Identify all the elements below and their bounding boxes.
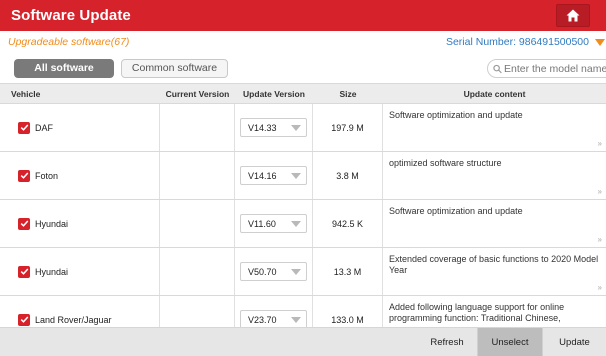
header-update-version: Update Version [243, 88, 305, 99]
upgradeable-count: Upgradeable software(67) [8, 36, 130, 48]
row-checkbox[interactable] [18, 313, 30, 326]
current-version [160, 248, 235, 295]
serial-number: Serial Number: 986491500500 [445, 36, 589, 48]
title-bar: Software Update [0, 0, 606, 31]
update-button[interactable]: Update [543, 328, 606, 356]
check-icon [20, 220, 28, 227]
vehicle-name: DAF [35, 122, 53, 133]
vehicle-name: Hyundai [35, 218, 69, 229]
update-version-select[interactable]: V50.70 [240, 262, 307, 281]
update-version-select[interactable]: V11.60 [240, 214, 307, 233]
unselect-button[interactable]: Unselect [477, 328, 543, 356]
info-bar: Upgradeable software(67) Serial Number: … [0, 31, 606, 53]
serial-selector[interactable]: Serial Number: 986491500500 [446, 36, 606, 48]
expand-more-icon[interactable]: » [598, 138, 602, 149]
dropdown-arrow-icon [595, 38, 605, 46]
update-version-value: V50.70 [248, 266, 277, 277]
header-vehicle: Vehicle [11, 88, 41, 99]
action-bar: Refresh Unselect Update [0, 327, 606, 356]
check-icon [20, 268, 28, 275]
table-row[interactable]: Hyundai V50.70 13.3 M Extended coverage … [0, 248, 606, 296]
refresh-button[interactable]: Refresh [417, 328, 477, 356]
table-row[interactable]: DAF V14.33 197.9 M Software optimization… [0, 104, 606, 152]
check-icon [20, 124, 28, 131]
table-row[interactable]: Foton V14.16 3.8 M optimized software st… [0, 152, 606, 200]
dropdown-arrow-icon [291, 220, 301, 227]
check-icon [20, 172, 28, 179]
update-version-value: V11.60 [248, 218, 276, 229]
current-version [160, 104, 235, 151]
filter-bar: All software Common software [0, 53, 606, 83]
table-row[interactable]: Land Rover/Jaguar V23.70 133.0 M Added f… [0, 296, 606, 327]
header-size: Size [339, 88, 357, 99]
tab-all-software[interactable]: All software [14, 58, 114, 78]
dropdown-arrow-icon [291, 268, 301, 275]
update-content: Software optimization and update [389, 206, 523, 216]
row-checkbox[interactable] [18, 217, 30, 230]
expand-more-icon[interactable]: » [598, 234, 602, 245]
vehicle-name: Land Rover/Jaguar [35, 314, 112, 325]
tab-common-software[interactable]: Common software [121, 58, 228, 78]
update-content: optimized software structure [389, 158, 502, 168]
current-version [160, 296, 235, 327]
update-version-value: V14.16 [248, 170, 277, 181]
file-size: 3.8 M [313, 152, 383, 199]
row-checkbox[interactable] [18, 265, 30, 278]
search-box[interactable] [487, 59, 606, 78]
update-version-value: V14.33 [248, 122, 277, 133]
header-current-version: Current Version [165, 88, 230, 99]
check-icon [20, 316, 28, 323]
current-version [160, 200, 235, 247]
table-header: Vehicle Current Version Update Version S… [0, 83, 606, 104]
update-content: Added following language support for onl… [389, 302, 565, 323]
update-content: Software optimization and update [389, 110, 523, 120]
file-size: 133.0 M [313, 296, 383, 327]
update-content: Extended coverage of basic functions to … [389, 254, 599, 275]
row-checkbox[interactable] [18, 121, 30, 134]
dropdown-arrow-icon [291, 124, 301, 131]
file-size: 197.9 M [313, 104, 383, 151]
home-icon [566, 9, 580, 22]
update-version-value: V23.70 [248, 314, 277, 325]
dropdown-arrow-icon [291, 172, 301, 179]
vehicle-name: Hyundai [35, 266, 69, 277]
search-icon [493, 64, 502, 73]
update-version-select[interactable]: V14.33 [240, 118, 307, 137]
table-row[interactable]: Hyundai V11.60 942.5 K Software optimiza… [0, 200, 606, 248]
dropdown-arrow-icon [291, 316, 301, 323]
home-button[interactable] [556, 4, 590, 27]
update-version-select[interactable]: V23.70 [240, 310, 307, 327]
vehicle-name: Foton [35, 170, 59, 181]
software-table: Vehicle Current Version Update Version S… [0, 83, 606, 327]
file-size: 13.3 M [313, 248, 383, 295]
file-size: 942.5 K [313, 200, 383, 247]
row-checkbox[interactable] [18, 169, 30, 182]
search-input[interactable] [504, 62, 606, 75]
update-version-select[interactable]: V14.16 [240, 166, 307, 185]
expand-more-icon[interactable]: » [598, 186, 602, 197]
current-version [160, 152, 235, 199]
header-update-content: Update content [463, 88, 526, 99]
expand-more-icon[interactable]: » [598, 282, 602, 293]
page-title: Software Update [11, 7, 131, 24]
